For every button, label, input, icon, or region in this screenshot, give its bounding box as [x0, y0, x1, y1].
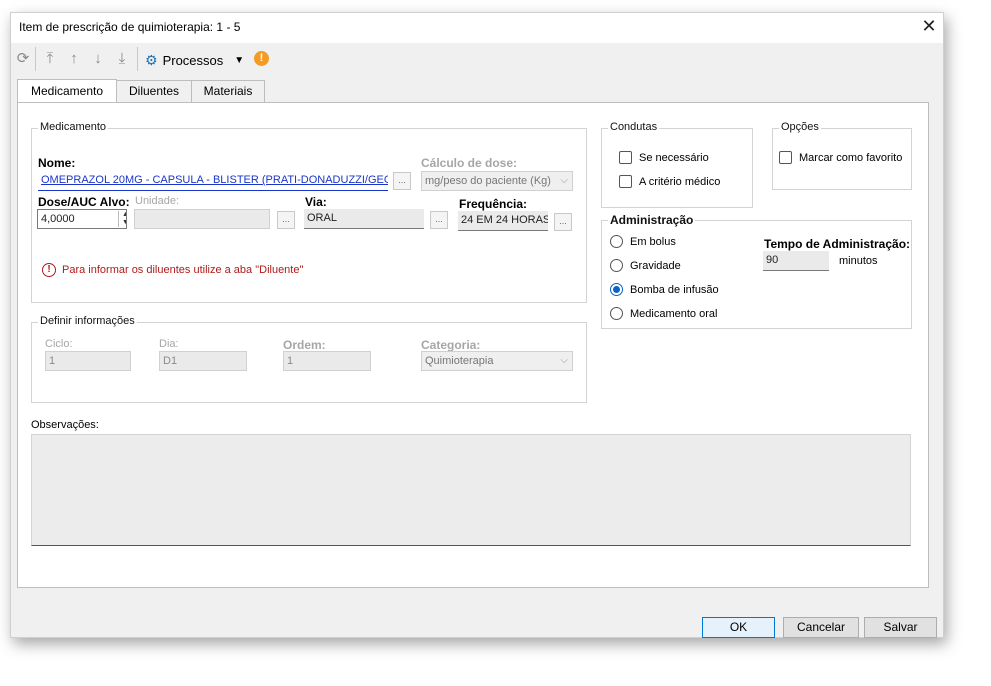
definir-legend: Definir informações: [38, 315, 137, 327]
spin-up-icon[interactable]: ▲: [119, 211, 126, 219]
checkbox-box[interactable]: [779, 151, 792, 164]
frequencia-label: Frequência:: [459, 197, 528, 211]
dose-spinner[interactable]: ▲ ▼: [118, 211, 126, 227]
medicamento-group: Medicamento Nome: OMEPRAZOL 20MG - CAPSU…: [31, 121, 587, 303]
radio-circle[interactable]: [610, 259, 623, 272]
chevron-down-icon: ▼: [234, 54, 245, 66]
checkbox-box[interactable]: [619, 151, 632, 164]
toolbar: ⟳ ⤒ ↑ ↓ ⤓ ⚙ Processos ▼ !: [11, 43, 943, 75]
dose-label: Dose/AUC Alvo:: [38, 195, 130, 209]
administracao-legend: Administração: [608, 213, 696, 227]
tempo-unit: minutos: [839, 255, 878, 267]
move-bottom-icon[interactable]: ⤓: [113, 49, 131, 69]
checkbox-box[interactable]: [619, 175, 632, 188]
via-value: ORAL: [307, 212, 337, 224]
nome-field[interactable]: OMEPRAZOL 20MG - CAPSULA - BLISTER (PRAT…: [38, 171, 388, 191]
tempo-label: Tempo de Administração:: [764, 237, 911, 251]
info-icon: !: [42, 263, 56, 277]
dose-input[interactable]: 4,0000 ▲ ▼: [37, 209, 127, 229]
title-bar: Item de prescrição de quimioterapia: 1 -…: [11, 13, 943, 43]
chevron-down-icon: ⌵: [560, 355, 568, 366]
via-lookup-button[interactable]: ...: [430, 211, 448, 229]
categoria-dropdown[interactable]: Quimioterapia ⌵: [421, 351, 573, 371]
tab-materiais[interactable]: Materiais: [191, 80, 265, 102]
frequencia-lookup-button[interactable]: ...: [554, 213, 572, 231]
radio-circle[interactable]: [610, 307, 623, 320]
radio-em-bolus[interactable]: Em bolus: [610, 235, 676, 248]
frequencia-value: 24 EM 24 HORAS: [461, 214, 548, 226]
administracao-group: Administração Em bolus Gravidade Bomba d…: [601, 213, 912, 329]
opcoes-group: Opções Marcar como favorito: [772, 121, 912, 190]
gravidade-label: Gravidade: [630, 259, 681, 272]
tab-panel-medicamento: Medicamento Nome: OMEPRAZOL 20MG - CAPSU…: [17, 102, 929, 588]
criterio-medico-checkbox[interactable]: A critério médico: [619, 175, 720, 188]
categoria-label: Categoria:: [421, 338, 481, 352]
radio-gravidade[interactable]: Gravidade: [610, 259, 681, 272]
criterio-medico-label: A critério médico: [639, 175, 721, 188]
via-field[interactable]: ORAL: [304, 209, 424, 229]
tab-diluentes[interactable]: Diluentes: [116, 80, 192, 102]
toolbar-separator: [35, 47, 36, 71]
move-top-icon[interactable]: ⤒: [41, 49, 59, 69]
categoria-value: Quimioterapia: [425, 355, 494, 367]
ordem-label: Ordem:: [283, 338, 326, 352]
dia-label: Dia:: [159, 338, 179, 350]
move-down-icon[interactable]: ↓: [89, 49, 107, 69]
calculo-label: Cálculo de dose:: [421, 156, 518, 170]
nome-label: Nome:: [38, 156, 76, 170]
close-icon[interactable]: ✕: [917, 15, 941, 39]
em-bolus-label: Em bolus: [630, 235, 676, 248]
calculo-dropdown[interactable]: mg/peso do paciente (Kg) ⌵: [421, 171, 573, 191]
toolbar-separator: [137, 47, 138, 71]
processos-label: Processos: [162, 52, 224, 68]
unidade-lookup-button[interactable]: ...: [277, 211, 295, 229]
chevron-down-icon: ⌵: [560, 175, 568, 186]
processos-button[interactable]: ⚙ Processos ▼: [145, 50, 244, 70]
radio-medicamento-oral[interactable]: Medicamento oral: [610, 307, 717, 320]
ordem-field[interactable]: 1: [283, 351, 371, 371]
dose-value: 4,0000: [41, 213, 75, 225]
radio-bomba-infusao[interactable]: Bomba de infusão: [610, 283, 719, 296]
ciclo-field[interactable]: 1: [45, 351, 131, 371]
radio-circle[interactable]: [610, 235, 623, 248]
diluente-info-text: Para informar os diluentes utilize a aba…: [62, 264, 304, 276]
spin-down-icon[interactable]: ▼: [119, 219, 126, 227]
tempo-input[interactable]: 90: [763, 251, 829, 271]
via-label: Via:: [305, 195, 327, 209]
unidade-field[interactable]: [134, 209, 270, 229]
radio-circle-selected[interactable]: [610, 283, 623, 296]
observacoes-textarea[interactable]: [31, 434, 911, 546]
ok-button[interactable]: OK: [702, 617, 775, 638]
salvar-button[interactable]: Salvar: [864, 617, 937, 638]
refresh-icon[interactable]: ⟳: [14, 49, 32, 69]
gear-icon: ⚙: [145, 51, 158, 68]
definir-group: Definir informações Ciclo: 1 Dia: D1 Ord…: [31, 315, 587, 403]
cancelar-button[interactable]: Cancelar: [783, 617, 859, 638]
se-necessario-label: Se necessário: [639, 151, 709, 164]
diluente-info: ! Para informar os diluentes utilize a a…: [42, 263, 303, 277]
dia-field[interactable]: D1: [159, 351, 247, 371]
dialog-window: Item de prescrição de quimioterapia: 1 -…: [10, 12, 944, 638]
nome-value[interactable]: OMEPRAZOL 20MG - CAPSULA - BLISTER (PRAT…: [41, 174, 388, 186]
unidade-label: Unidade:: [135, 195, 180, 207]
condutas-group: Condutas Se necessário A critério médico: [601, 121, 753, 208]
bomba-infusao-label: Bomba de infusão: [630, 283, 719, 296]
tempo-value: 90: [766, 254, 779, 266]
condutas-legend: Condutas: [608, 121, 660, 133]
se-necessario-checkbox[interactable]: Se necessário: [619, 151, 709, 164]
medicamento-legend: Medicamento: [38, 121, 109, 133]
medicamento-oral-label: Medicamento oral: [630, 307, 718, 320]
observacoes-label: Observações:: [31, 419, 99, 431]
calculo-value: mg/peso do paciente (Kg): [425, 175, 551, 187]
window-title: Item de prescrição de quimioterapia: 1 -…: [19, 20, 241, 34]
opcoes-legend: Opções: [779, 121, 821, 133]
warning-icon[interactable]: !: [254, 51, 269, 66]
ciclo-label: Ciclo:: [45, 338, 73, 350]
move-up-icon[interactable]: ↑: [65, 49, 83, 69]
nome-lookup-button[interactable]: ...: [393, 172, 411, 190]
frequencia-field[interactable]: 24 EM 24 HORAS: [458, 211, 548, 231]
favorito-label: Marcar como favorito: [799, 151, 903, 164]
favorito-checkbox[interactable]: Marcar como favorito: [779, 151, 902, 164]
tab-medicamento[interactable]: Medicamento: [17, 79, 117, 102]
